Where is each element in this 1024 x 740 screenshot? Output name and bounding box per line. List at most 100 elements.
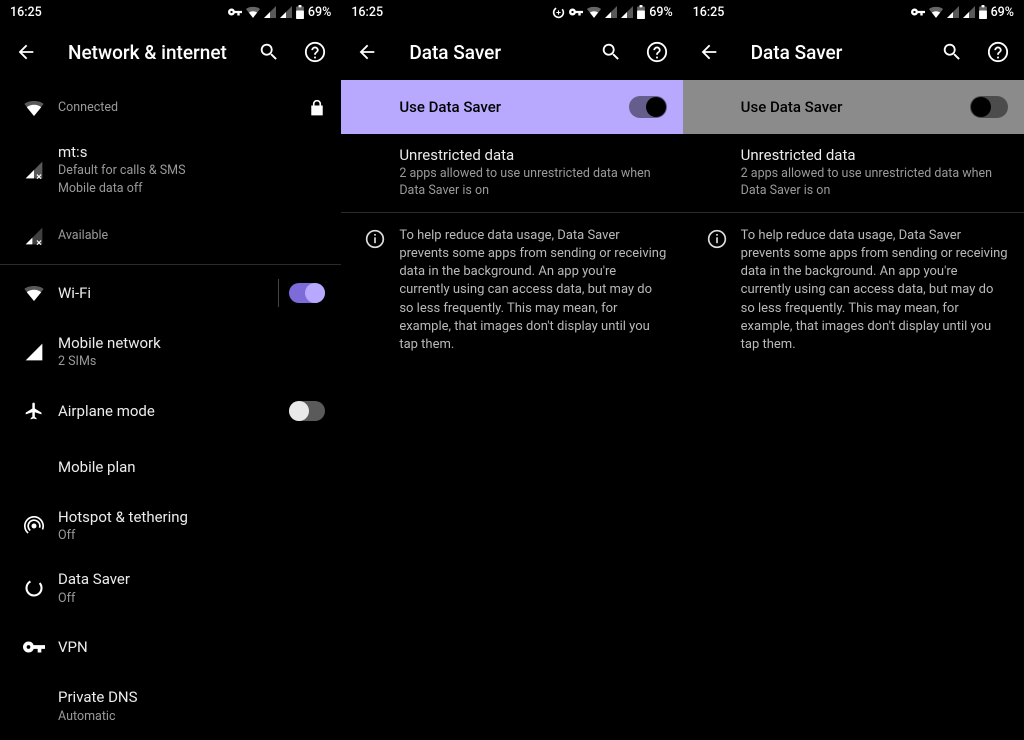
search-button[interactable] <box>249 32 289 72</box>
info-text: To help reduce data usage, Data Saver pr… <box>399 227 666 354</box>
divider-vertical <box>278 279 279 307</box>
wifi-icon <box>24 285 44 301</box>
vpn-row[interactable]: VPN <box>0 619 341 675</box>
status-time: 16:25 <box>351 5 383 20</box>
hotspot-icon <box>24 516 44 536</box>
search-button[interactable] <box>932 32 972 72</box>
vpn-key-icon <box>569 8 583 16</box>
battery-icon <box>979 5 987 19</box>
sim2-row[interactable]: Available <box>0 208 341 264</box>
sim1-line1: Default for calls & SMS <box>58 163 317 180</box>
signal-2-icon <box>621 6 633 18</box>
vpn-key-icon <box>228 8 242 16</box>
signal-2-icon <box>280 6 292 18</box>
page-title: Data Saver <box>393 41 584 64</box>
search-icon <box>258 41 280 63</box>
signal-1-icon <box>947 6 959 18</box>
info-icon <box>707 229 727 249</box>
search-button[interactable] <box>591 32 631 72</box>
data-saver-row[interactable]: Data Saver Off <box>0 557 341 619</box>
arrow-back-icon <box>15 41 37 63</box>
app-bar: Data Saver <box>683 24 1024 80</box>
settings-list: Connected mt:s Default for calls & SMS M… <box>0 80 341 738</box>
use-data-saver-label: Use Data Saver <box>741 98 970 116</box>
data-saver-status-icon <box>552 6 565 19</box>
signal-2-icon <box>963 6 975 18</box>
data-saver-label: Data Saver <box>58 569 317 589</box>
wifi-row[interactable]: Wi-Fi <box>0 265 341 321</box>
unrestricted-row[interactable]: Unrestricted data 2 apps allowed to use … <box>683 134 1024 212</box>
hotspot-sub: Off <box>58 528 317 545</box>
search-icon <box>941 41 963 63</box>
back-button[interactable] <box>6 32 46 72</box>
signal-icon <box>24 342 44 362</box>
hotspot-row[interactable]: Hotspot & tethering Off <box>0 495 341 557</box>
wifi-connected-label: Connected <box>58 100 301 117</box>
mobile-plan-label: Mobile plan <box>58 457 317 477</box>
status-icons: 69% <box>911 5 1014 20</box>
search-icon <box>600 41 622 63</box>
vpn-key-icon <box>911 8 925 16</box>
status-battery: 69% <box>649 5 672 20</box>
unrestricted-label: Unrestricted data <box>741 146 1008 164</box>
info-text: To help reduce data usage, Data Saver pr… <box>741 227 1008 354</box>
status-bar: 16:25 69% <box>683 0 1024 24</box>
signal-x-icon <box>24 160 44 180</box>
mobile-network-row[interactable]: Mobile network 2 SIMs <box>0 321 341 383</box>
private-dns-label: Private DNS <box>58 687 317 707</box>
battery-icon <box>637 5 645 19</box>
data-saver-sub: Off <box>58 591 317 608</box>
use-data-saver-row[interactable]: Use Data Saver <box>341 80 682 134</box>
status-icons: 69% <box>552 5 672 20</box>
mobile-network-label: Mobile network <box>58 333 317 353</box>
private-dns-row[interactable]: Private DNS Automatic <box>0 675 341 737</box>
sim2-status: Available <box>58 228 317 245</box>
signal-1-icon <box>605 6 617 18</box>
data-saver-toggle[interactable] <box>970 96 1008 118</box>
help-icon <box>646 41 668 63</box>
status-icons: 69% <box>228 5 331 20</box>
status-bar: 16:25 69% <box>341 0 682 24</box>
back-button[interactable] <box>689 32 729 72</box>
airplane-toggle[interactable] <box>289 401 325 421</box>
wifi-icon <box>587 6 601 18</box>
use-data-saver-label: Use Data Saver <box>399 98 628 116</box>
status-time: 16:25 <box>693 5 725 20</box>
help-icon <box>304 41 326 63</box>
status-time: 16:25 <box>10 5 42 20</box>
mobile-network-sub: 2 SIMs <box>58 354 317 371</box>
unrestricted-row[interactable]: Unrestricted data 2 apps allowed to use … <box>341 134 682 212</box>
wifi-icon <box>24 100 44 116</box>
info-icon <box>365 229 385 249</box>
airplane-label: Airplane mode <box>58 401 281 421</box>
arrow-back-icon <box>356 41 378 63</box>
pane-network-internet: 16:25 69% Network & internet Connected <box>0 0 341 740</box>
airplane-row[interactable]: Airplane mode <box>0 383 341 439</box>
page-title: Data Saver <box>735 41 926 64</box>
mobile-plan-row[interactable]: Mobile plan <box>0 439 341 495</box>
data-saver-toggle[interactable] <box>629 96 667 118</box>
signal-1-icon <box>264 6 276 18</box>
airplane-icon <box>24 401 44 421</box>
help-button[interactable] <box>295 32 335 72</box>
wifi-toggle[interactable] <box>289 283 325 303</box>
private-dns-sub: Automatic <box>58 709 317 726</box>
wifi-label: Wi-Fi <box>58 283 270 303</box>
back-button[interactable] <box>347 32 387 72</box>
use-data-saver-row[interactable]: Use Data Saver <box>683 80 1024 134</box>
wifi-status-row[interactable]: Connected <box>0 80 341 136</box>
wifi-icon <box>929 6 943 18</box>
lock-icon <box>309 99 325 117</box>
status-bar: 16:25 69% <box>0 0 341 24</box>
status-battery: 69% <box>991 5 1014 20</box>
pane-data-saver-on: 16:25 69% Data Saver Use Data Saver Unre… <box>341 0 682 740</box>
help-button[interactable] <box>637 32 677 72</box>
app-bar: Data Saver <box>341 24 682 80</box>
info-row: To help reduce data usage, Data Saver pr… <box>341 213 682 368</box>
unrestricted-label: Unrestricted data <box>399 146 666 164</box>
help-button[interactable] <box>978 32 1018 72</box>
arrow-back-icon <box>698 41 720 63</box>
sim1-row[interactable]: mt:s Default for calls & SMS Mobile data… <box>0 136 341 208</box>
unrestricted-sub: 2 apps allowed to use unrestricted data … <box>399 166 666 200</box>
battery-icon <box>296 5 304 19</box>
